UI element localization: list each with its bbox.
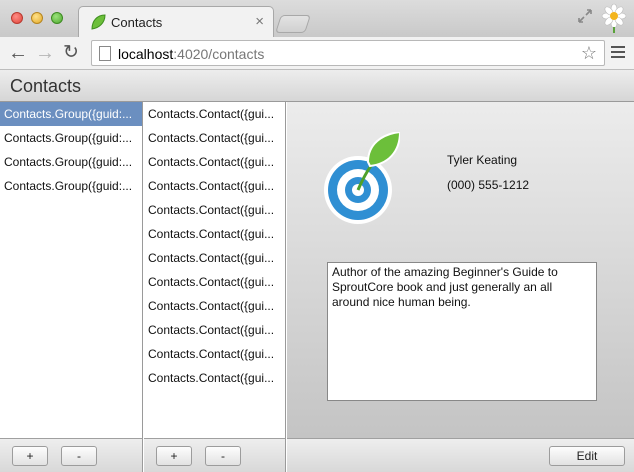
new-tab-button[interactable] bbox=[275, 15, 311, 33]
url-text[interactable]: localhost:4020/contacts bbox=[118, 46, 264, 62]
back-arrow-icon[interactable]: ← bbox=[7, 42, 29, 64]
contact-bio-textarea[interactable]: Author of the amazing Beginner's Guide t… bbox=[327, 262, 597, 401]
browser-toolbar: ← → ↻ localhost:4020/contacts ☆ bbox=[0, 37, 634, 70]
edit-contact-button[interactable]: Edit bbox=[549, 446, 625, 466]
add-contact-button[interactable]: + bbox=[156, 446, 192, 466]
contact-list-item[interactable]: Contacts.Contact({gui... bbox=[144, 102, 285, 126]
group-list-item[interactable]: Contacts.Group({guid:... bbox=[0, 174, 142, 198]
page-icon bbox=[99, 46, 111, 61]
contact-detail-pane: Tyler Keating (000) 555-1212 Author of t… bbox=[287, 102, 634, 438]
detail-toolbar: Edit bbox=[287, 438, 634, 472]
contact-list-item[interactable]: Contacts.Contact({gui... bbox=[144, 174, 285, 198]
reload-icon[interactable]: ↻ bbox=[60, 42, 82, 64]
contacts-toolbar: + - bbox=[144, 438, 286, 472]
menu-icon[interactable] bbox=[611, 46, 625, 60]
group-list-item[interactable]: Contacts.Group({guid:... bbox=[0, 126, 142, 150]
contact-list-item[interactable]: Contacts.Contact({gui... bbox=[144, 222, 285, 246]
groups-toolbar: + - bbox=[0, 438, 143, 472]
bookmark-star-icon[interactable]: ☆ bbox=[581, 43, 597, 64]
add-group-button[interactable]: + bbox=[12, 446, 48, 466]
close-window-button[interactable] bbox=[11, 12, 23, 24]
address-bar[interactable]: localhost:4020/contacts ☆ bbox=[91, 40, 605, 66]
url-host: localhost bbox=[118, 46, 174, 62]
contact-list-item[interactable]: Contacts.Contact({gui... bbox=[144, 294, 285, 318]
sproutcore-leaf-icon bbox=[91, 14, 106, 30]
app-header: Contacts bbox=[0, 70, 634, 102]
browser-tab[interactable]: Contacts × bbox=[78, 6, 274, 37]
url-path: :4020/contacts bbox=[173, 46, 265, 62]
group-list-item[interactable]: Contacts.Group({guid:... bbox=[0, 150, 142, 174]
app-title: Contacts bbox=[10, 76, 82, 96]
restore-window-icon[interactable] bbox=[577, 8, 593, 24]
remove-contact-button[interactable]: - bbox=[205, 446, 241, 466]
contacts-list[interactable]: Contacts.Contact({gui... Contacts.Contact… bbox=[144, 102, 286, 438]
tab-close-icon[interactable]: × bbox=[255, 13, 264, 30]
contact-name: Tyler Keating bbox=[447, 153, 518, 167]
contact-list-item[interactable]: Contacts.Contact({gui... bbox=[144, 270, 285, 294]
contact-list-item[interactable]: Contacts.Contact({gui... bbox=[144, 318, 285, 342]
sproutcore-logo-icon bbox=[324, 132, 400, 224]
contact-list-item[interactable]: Contacts.Contact({gui... bbox=[144, 342, 285, 366]
contact-list-item[interactable]: Contacts.Contact({gui... bbox=[144, 366, 285, 390]
contact-list-item[interactable]: Contacts.Contact({gui... bbox=[144, 198, 285, 222]
remove-group-button[interactable]: - bbox=[61, 446, 97, 466]
tab-title: Contacts bbox=[111, 15, 163, 30]
browser-titlebar: Contacts × bbox=[0, 0, 634, 37]
minimize-window-button[interactable] bbox=[31, 12, 43, 24]
zoom-window-button[interactable] bbox=[51, 12, 63, 24]
contact-list-item[interactable]: Contacts.Contact({gui... bbox=[144, 126, 285, 150]
group-list-item[interactable]: Contacts.Group({guid:... bbox=[0, 102, 142, 126]
contact-list-item[interactable]: Contacts.Contact({gui... bbox=[144, 150, 285, 174]
contact-phone: (000) 555-1212 bbox=[447, 178, 530, 192]
profile-flower-icon[interactable] bbox=[600, 3, 628, 33]
groups-list[interactable]: Contacts.Group({guid:... Contacts.Group({… bbox=[0, 102, 143, 438]
contact-list-item[interactable]: Contacts.Contact({gui... bbox=[144, 246, 285, 270]
forward-arrow-icon[interactable]: → bbox=[34, 42, 56, 64]
